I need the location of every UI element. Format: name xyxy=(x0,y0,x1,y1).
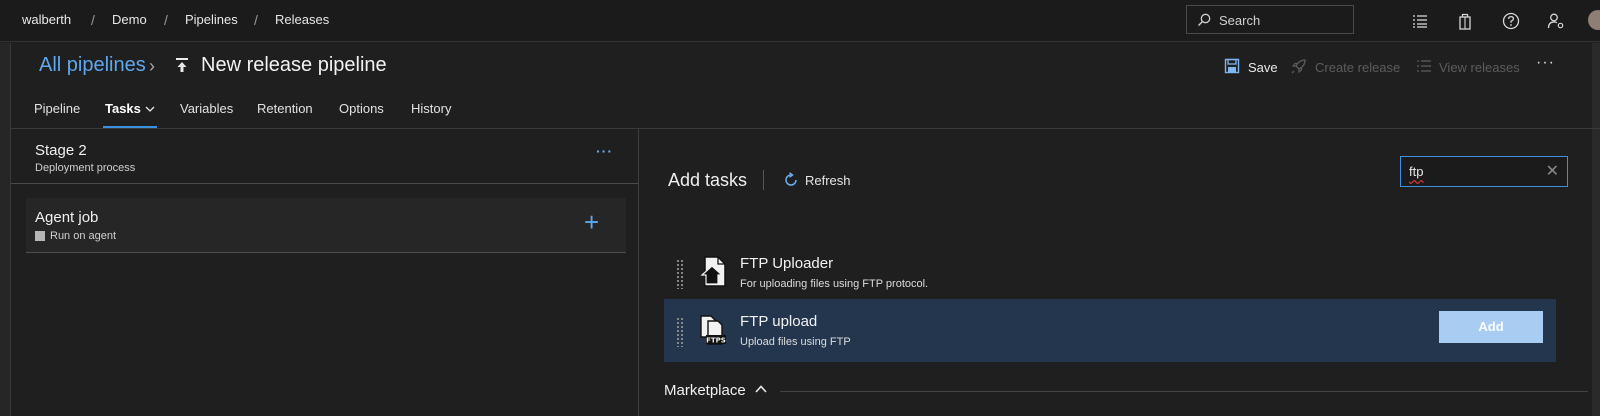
view-releases-button[interactable]: View releases xyxy=(1439,60,1520,75)
breadcrumb-pipelines[interactable]: Pipelines xyxy=(185,12,238,27)
user-settings-icon[interactable] xyxy=(1546,11,1566,31)
rocket-icon xyxy=(1291,59,1306,74)
ftps-icon-label: FTPS xyxy=(706,337,726,345)
breadcrumb-separator: / xyxy=(254,12,258,28)
save-button[interactable]: Save xyxy=(1248,60,1278,75)
left-nav-strip xyxy=(0,43,11,416)
tab-variables[interactable]: Variables xyxy=(180,101,233,116)
task-item-selected[interactable]: FTPS FTP upload Upload files using FTP xyxy=(664,299,1556,362)
stage-title[interactable]: Stage 2 xyxy=(35,142,87,159)
divider xyxy=(780,391,1588,392)
task-item[interactable]: FTP Uploader For uploading files using F… xyxy=(664,241,1556,304)
task-description: For uploading files using FTP protocol. xyxy=(740,278,929,290)
avatar[interactable] xyxy=(1588,10,1600,30)
more-actions-button[interactable]: ··· xyxy=(1536,54,1555,72)
list-settings-icon[interactable] xyxy=(1410,11,1430,31)
tab-options[interactable]: Options xyxy=(339,101,384,116)
top-bar: walberth / Demo / Pipelines / Releases S… xyxy=(0,0,1600,42)
release-pipeline-icon xyxy=(176,58,188,72)
stage-subtitle: Deployment process xyxy=(35,162,136,174)
breadcrumb-releases[interactable]: Releases xyxy=(275,12,329,27)
divider xyxy=(763,170,764,190)
breadcrumb-separator: / xyxy=(164,12,168,28)
search-icon xyxy=(1198,13,1211,26)
chevron-down-icon xyxy=(145,106,154,112)
list-icon xyxy=(1417,60,1431,72)
add-task-plus-button[interactable]: + xyxy=(584,209,599,235)
refresh-button[interactable]: Refresh xyxy=(805,173,851,188)
save-icon[interactable] xyxy=(1224,58,1240,74)
page-title: New release pipeline xyxy=(201,54,387,76)
tab-history[interactable]: History xyxy=(411,101,451,116)
refresh-icon[interactable] xyxy=(783,172,799,188)
tab-retention[interactable]: Retention xyxy=(257,101,313,116)
drag-handle-icon[interactable] xyxy=(676,317,684,347)
task-name: FTP upload xyxy=(740,313,818,330)
agent-job-title: Agent job xyxy=(35,209,99,226)
tab-tasks[interactable]: Tasks xyxy=(105,101,155,116)
task-search-input[interactable]: ftp ✕ xyxy=(1400,156,1568,187)
breadcrumb-org[interactable]: walberth xyxy=(22,12,71,27)
task-description: Upload files using FTP xyxy=(740,336,851,348)
agent-server-icon xyxy=(35,231,45,241)
chevron-up-icon[interactable] xyxy=(754,383,768,395)
clear-icon[interactable]: ✕ xyxy=(1546,161,1559,181)
task-name: FTP Uploader xyxy=(740,255,834,272)
task-search-value: ftp xyxy=(1409,164,1424,179)
tab-tasks-label: Tasks xyxy=(105,101,141,116)
search-placeholder: Search xyxy=(1219,13,1261,28)
drag-handle-icon[interactable] xyxy=(676,259,684,289)
help-icon[interactable] xyxy=(1501,11,1521,31)
ftps-icon: FTPS xyxy=(700,315,726,345)
add-tasks-heading: Add tasks xyxy=(668,170,748,190)
scrollbar[interactable] xyxy=(1592,43,1600,416)
ftp-uploader-icon xyxy=(700,256,726,287)
all-pipelines-link[interactable]: All pipelines xyxy=(39,54,146,77)
tab-pipeline[interactable]: Pipeline xyxy=(34,101,80,116)
breadcrumb-separator: / xyxy=(91,12,95,28)
breadcrumb-project[interactable]: Demo xyxy=(112,12,147,27)
chevron-right-icon: › xyxy=(149,56,155,76)
marketplace-section-header[interactable]: Marketplace xyxy=(664,382,746,399)
agent-job-row[interactable] xyxy=(26,198,626,253)
create-release-button[interactable]: Create release xyxy=(1315,60,1400,75)
search-box[interactable]: Search xyxy=(1186,5,1354,34)
stage-more-button[interactable]: ··· xyxy=(596,143,613,159)
marketplace-bag-icon[interactable] xyxy=(1455,11,1475,31)
add-task-button[interactable]: Add xyxy=(1439,311,1543,343)
agent-job-subtitle: Run on agent xyxy=(50,230,117,242)
divider xyxy=(11,183,639,184)
